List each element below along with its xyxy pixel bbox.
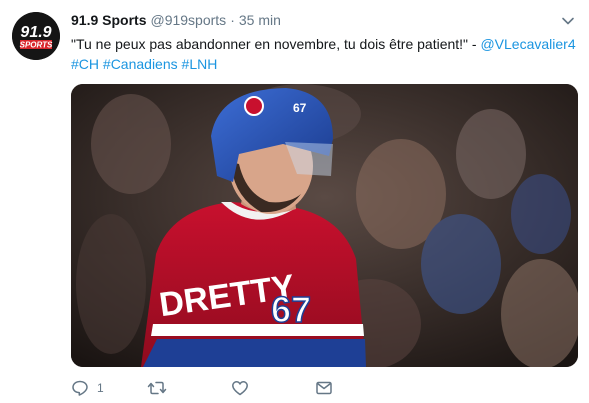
tweet-actions: 1 <box>71 378 333 398</box>
tweet-text: "Tu ne peux pas abandonner en novembre, … <box>71 34 581 74</box>
hashtag-link[interactable]: #Canadiens <box>103 56 178 72</box>
avatar-logo-number: 91.9 <box>20 24 51 41</box>
tweet-header: 91.9 Sports @919sports · 35 min <box>71 12 281 32</box>
hashtag-link[interactable]: #LNH <box>182 56 218 72</box>
helmet-number: 67 <box>293 101 307 115</box>
heart-icon <box>232 381 248 396</box>
like-button[interactable] <box>231 378 315 398</box>
mention-link[interactable]: @VLecavalier4 <box>480 36 575 52</box>
retweet-button[interactable] <box>147 378 231 398</box>
avatar-logo-word: SPORTS <box>20 41 53 50</box>
tweet-card[interactable]: 91.9 SPORTS 91.9 Sports @919sports · 35 … <box>0 0 589 403</box>
envelope-icon <box>316 381 332 395</box>
author-handle[interactable]: @919sports <box>150 12 226 28</box>
avatar[interactable]: 91.9 SPORTS <box>12 12 60 60</box>
chevron-down-icon[interactable] <box>561 14 575 28</box>
tweet-timestamp[interactable]: 35 min <box>239 12 281 28</box>
reply-icon <box>72 380 88 396</box>
reply-button[interactable]: 1 <box>71 378 147 398</box>
tweet-photo[interactable]: DRETTY 67 67 <box>71 84 578 367</box>
direct-message-button[interactable] <box>315 378 333 398</box>
hashtag-link[interactable]: #CH <box>71 56 99 72</box>
tweet-quote: "Tu ne peux pas abandonner en novembre, … <box>71 36 481 52</box>
retweet-icon <box>147 381 167 395</box>
header-separator: · <box>230 12 235 28</box>
author-name[interactable]: 91.9 Sports <box>71 12 146 28</box>
jersey-number: 67 <box>271 289 311 330</box>
reply-count: 1 <box>97 381 104 395</box>
